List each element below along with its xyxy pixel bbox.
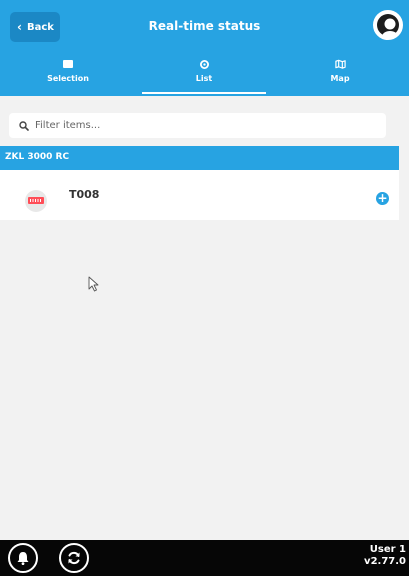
list-item[interactable]: T008 +: [0, 170, 399, 220]
device-icon: [25, 190, 47, 212]
user-info: User 1 v2.77.0: [364, 544, 406, 568]
user-avatar-button[interactable]: [373, 10, 403, 40]
tab-map[interactable]: Map: [272, 52, 408, 96]
item-name: T008: [69, 188, 100, 201]
user-silhouette: [382, 18, 398, 37]
tab-label: Selection: [47, 74, 89, 83]
tab-label: List: [195, 74, 213, 83]
mouse-cursor-icon: [88, 276, 99, 292]
refresh-button[interactable]: [59, 543, 89, 573]
app-version: v2.77.0: [364, 556, 406, 567]
tab-bar: Selection List Map: [0, 52, 409, 96]
user-name: User 1: [369, 544, 406, 555]
bell-icon: [17, 552, 29, 565]
tab-list[interactable]: List: [136, 52, 272, 96]
add-circle-icon[interactable]: +: [376, 192, 389, 205]
tab-selection[interactable]: Selection: [0, 52, 136, 96]
top-bar: ‹ Back Real-time status Selection List M…: [0, 0, 409, 96]
map-icon: [272, 58, 408, 70]
search-icon: [19, 116, 29, 135]
list-rect-icon: [0, 58, 136, 70]
refresh-icon: [68, 551, 80, 565]
filter-box: [9, 113, 386, 138]
filter-input[interactable]: [35, 120, 355, 131]
user-icon: [377, 14, 399, 37]
bottom-bar: User 1 v2.77.0: [0, 540, 409, 576]
settings-dot-icon: [136, 58, 272, 70]
notifications-button[interactable]: [8, 543, 38, 573]
tab-label: Map: [330, 74, 350, 83]
page-title: Real-time status: [148, 19, 261, 33]
group-header: ZKL 3000 RC: [0, 146, 399, 170]
